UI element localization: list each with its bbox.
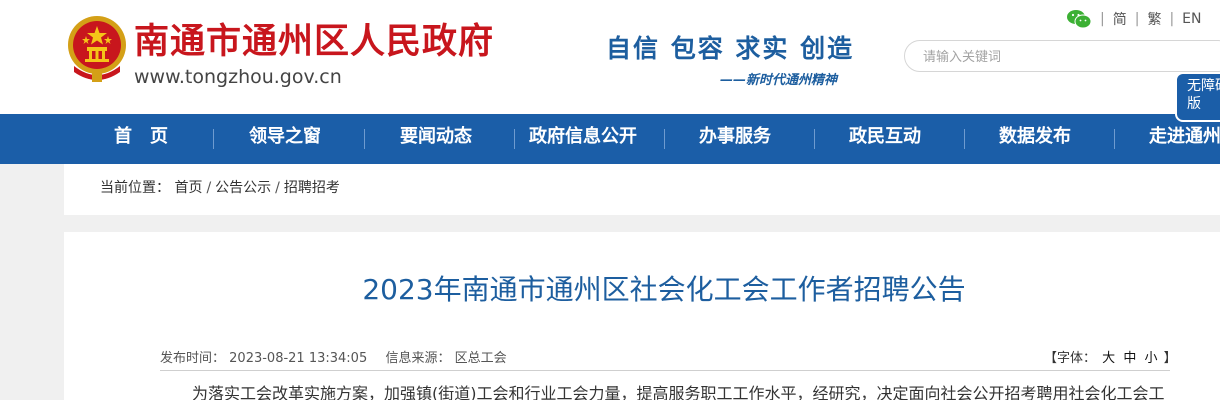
site-url: www.tongzhou.gov.cn — [134, 66, 342, 88]
link-english[interactable]: EN — [1182, 11, 1201, 27]
top-links: | 简 | 繁 | EN — [1066, 8, 1201, 30]
nav-separator — [364, 129, 365, 149]
breadcrumb-announcements[interactable]: 公告公示 — [215, 180, 271, 196]
nav-item-interaction[interactable]: 政民互动 — [849, 114, 921, 164]
nav-separator — [664, 129, 665, 149]
publish-time: 2023-08-21 13:34:05 — [229, 351, 368, 366]
link-traditional[interactable]: 繁 — [1147, 9, 1161, 29]
main-nav: 首 页 领导之窗 要闻动态 政府信息公开 办事服务 政民互动 数据发布 走进通州 — [0, 114, 1220, 164]
slogan-subtitle: ——新时代通州精神 — [720, 73, 838, 88]
font-size-medium[interactable]: 中 — [1123, 351, 1136, 366]
nav-separator — [964, 129, 965, 149]
breadcrumb-separator: / — [275, 180, 280, 196]
article-panel: 2023年南通市通州区社会化工会工作者招聘公告 发布时间： 2023-08-21… — [64, 232, 1220, 400]
wechat-icon[interactable] — [1066, 9, 1092, 29]
nav-separator — [814, 129, 815, 149]
nav-separator — [213, 129, 214, 149]
breadcrumb-recruitment[interactable]: 招聘招考 — [284, 180, 340, 196]
breadcrumb: 当前位置： 首页 / 公告公示 / 招聘招考 — [100, 178, 340, 198]
nav-separator — [1114, 129, 1115, 149]
top-link-separator: | — [1134, 11, 1140, 27]
nav-item-news[interactable]: 要闻动态 — [400, 114, 472, 164]
accessibility-button[interactable]: 无障碍版 — [1175, 72, 1220, 122]
source-label: 信息来源： — [385, 351, 451, 366]
article-paragraph: 为落实工会改革实施方案，加强镇(街道)工会和行业工会力量，提高服务职工工作水平，… — [192, 384, 1165, 400]
font-size-label: 【字体： — [1044, 351, 1097, 366]
nav-item-data[interactable]: 数据发布 — [999, 114, 1071, 164]
nav-item-gov-info[interactable]: 政府信息公开 — [529, 114, 637, 164]
site-name: 南通市通州区人民政府 — [134, 22, 495, 62]
font-size-small[interactable]: 小 — [1144, 351, 1157, 366]
nav-item-leaders[interactable]: 领导之窗 — [249, 114, 321, 164]
breadcrumb-home[interactable]: 首页 — [174, 180, 202, 196]
publish-time-label: 发布时间： — [160, 351, 226, 366]
nav-separator — [514, 129, 515, 149]
national-emblem-icon — [68, 16, 126, 82]
font-size-label-close: 】 — [1163, 351, 1177, 366]
site-header: 南通市通州区人民政府 www.tongzhou.gov.cn 自信 包容 求实 … — [0, 0, 1220, 114]
link-simplified[interactable]: 简 — [1113, 9, 1127, 29]
nav-item-home[interactable]: 首 页 — [114, 114, 168, 164]
search-input[interactable] — [923, 47, 1203, 67]
top-link-separator: | — [1169, 11, 1175, 27]
article-meta: 发布时间： 2023-08-21 13:34:05 信息来源： 区总工会 — [160, 350, 507, 368]
breadcrumb-label: 当前位置： — [100, 180, 170, 196]
meta-divider — [160, 370, 1170, 371]
article-title: 2023年南通市通州区社会化工会工作者招聘公告 — [362, 273, 966, 306]
source: 区总工会 — [454, 351, 507, 366]
search-box — [904, 40, 1220, 72]
nav-item-services[interactable]: 办事服务 — [699, 114, 771, 164]
breadcrumb-bar: 当前位置： 首页 / 公告公示 / 招聘招考 — [64, 164, 1220, 215]
breadcrumb-separator: / — [206, 180, 212, 196]
font-size-large[interactable]: 大 — [1102, 351, 1115, 366]
font-size-selector: 【字体： 大 中 小 】 — [1044, 350, 1177, 368]
slogan: 自信 包容 求实 创造 — [606, 34, 855, 63]
top-link-separator: | — [1100, 11, 1105, 27]
